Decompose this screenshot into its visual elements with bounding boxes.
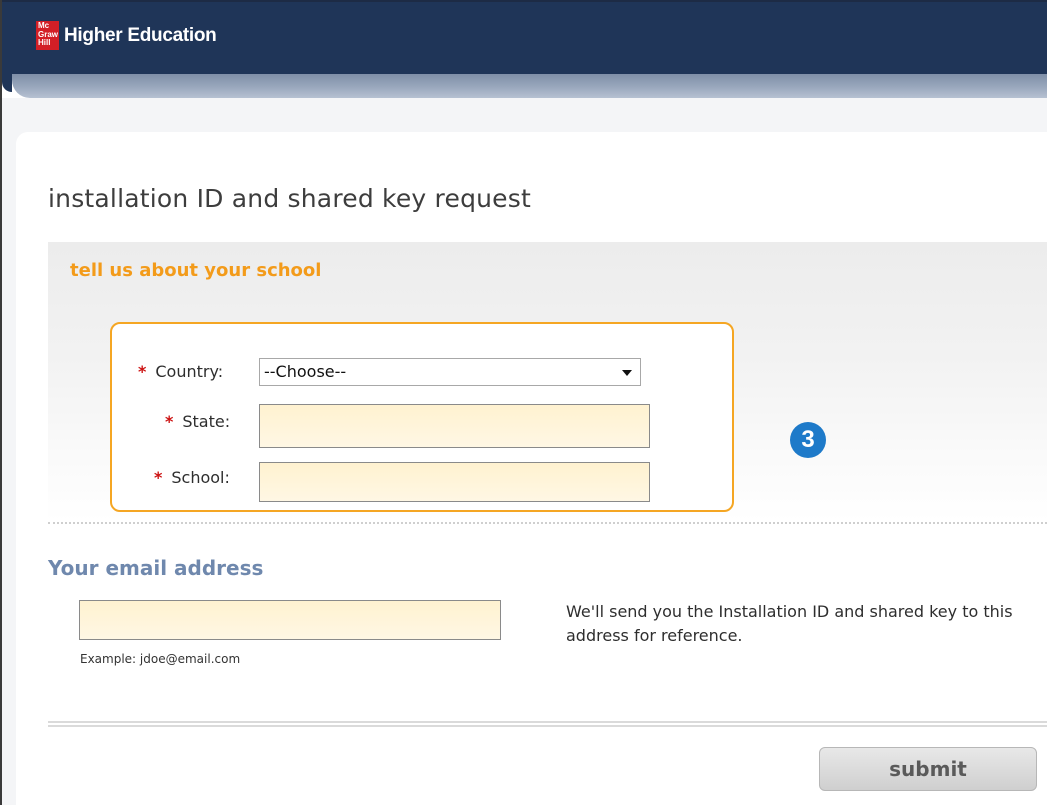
email-example-hint: Example: jdoe@email.com [80, 652, 241, 666]
state-input[interactable] [259, 404, 650, 448]
submit-button[interactable]: submit [819, 747, 1037, 791]
dropdown-arrow-icon[interactable] [622, 370, 632, 376]
required-star: * [138, 362, 147, 381]
country-selected-value: --Choose-- [264, 362, 347, 381]
country-label: * Country: [138, 362, 224, 381]
state-label: * State: [165, 412, 231, 431]
brand-title[interactable]: Higher Education [64, 25, 217, 47]
school-section-heading: tell us about your school [70, 260, 322, 281]
footer-divider [48, 721, 1047, 727]
email-section-heading: Your email address [48, 556, 264, 580]
required-star: * [154, 468, 163, 487]
header-band [2, 72, 1047, 98]
school-label: * School: [154, 468, 230, 487]
email-input[interactable] [79, 600, 501, 640]
email-note: We'll send you the Installation ID and s… [566, 602, 1013, 645]
site-header: Mc Graw Hill Higher Education [2, 2, 1047, 74]
page-title: installation ID and shared key request [48, 184, 531, 213]
school-fields-box: * Country: --Choose-- * State: * School: [110, 322, 734, 512]
step-number-badge: 3 [790, 422, 826, 458]
mcgraw-hill-logo[interactable]: Mc Graw Hill [36, 21, 59, 50]
required-star: * [165, 412, 174, 431]
main-content: installation ID and shared key request t… [16, 132, 1047, 805]
country-select[interactable]: --Choose-- [259, 358, 641, 386]
section-divider [48, 522, 1047, 524]
school-input[interactable] [259, 462, 650, 502]
school-panel: tell us about your school * Country: --Ch… [48, 242, 1047, 522]
